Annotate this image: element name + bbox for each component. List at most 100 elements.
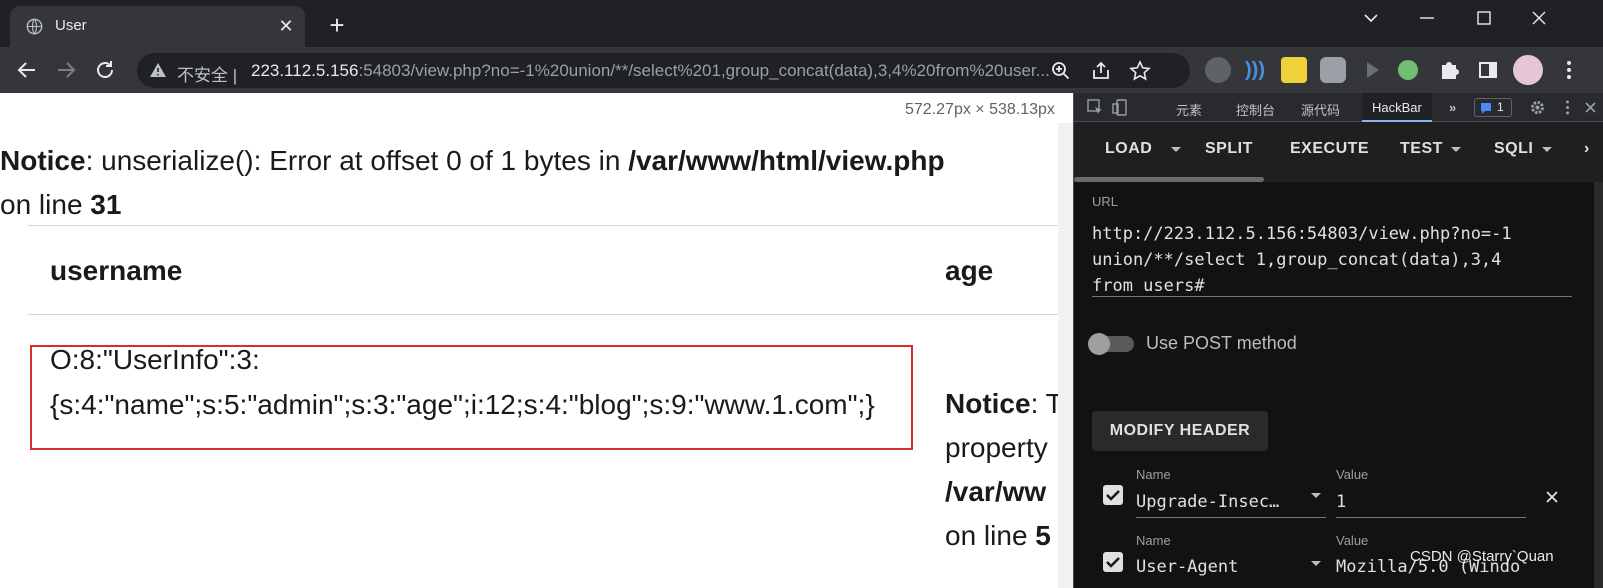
header-name-label: Name (1136, 467, 1171, 482)
extensions-puzzle-icon[interactable] (1436, 57, 1462, 83)
sqli-button[interactable]: SQLI (1494, 140, 1533, 158)
load-button[interactable]: LOAD (1105, 140, 1152, 158)
close-window-icon[interactable] (1521, 4, 1557, 32)
notice-path: /var/www/html/view.php (628, 145, 945, 176)
age-line-number: 5 (1035, 520, 1051, 551)
tab-title: User (55, 17, 87, 34)
age-notice-line4: on line 5 (945, 514, 1051, 558)
warning-icon (150, 63, 166, 77)
avatar[interactable] (1513, 55, 1543, 85)
split-button[interactable]: SPLIT (1205, 140, 1253, 158)
header-name-field[interactable]: Upgrade-Insec… (1136, 492, 1306, 512)
close-devtools-icon[interactable] (1582, 99, 1599, 116)
page-scrollbar[interactable] (1058, 123, 1073, 588)
menu-kebab-icon[interactable] (1556, 57, 1582, 83)
extension-mask-icon[interactable] (1320, 57, 1346, 83)
age-notice-line3: /var/ww (945, 476, 1047, 507)
settings-gear-icon[interactable] (1529, 99, 1546, 116)
username-cell-line1: O:8:"UserInfo":3: (50, 344, 260, 375)
more-tabs-icon[interactable]: » (1449, 100, 1456, 115)
remove-header-icon[interactable] (1544, 489, 1560, 505)
new-tab-button[interactable]: + (324, 12, 350, 38)
notice-line-number: on line 31 (0, 183, 121, 227)
issues-badge[interactable]: 1 (1474, 98, 1512, 117)
tab-search-icon[interactable] (1353, 4, 1389, 32)
devtools-tab-elements[interactable]: 元素 (1176, 100, 1202, 119)
extension-wave-icon[interactable]: ))) (1242, 57, 1268, 83)
message-icon (1481, 103, 1491, 114)
url-field-underline (1092, 296, 1572, 297)
side-panel-icon[interactable] (1475, 57, 1501, 83)
age-notice-label: Notice (945, 388, 1031, 419)
url-path: :54803/view.php?no=-1%20union/**/select%… (358, 61, 1050, 80)
sqli-dropdown-icon (1542, 147, 1552, 152)
post-method-toggle-knob[interactable] (1088, 333, 1110, 355)
url-textarea[interactable]: http://223.112.5.156:54803/view.php?no=-… (1092, 221, 1572, 299)
browser-toolbar: 不安全 | 223.112.5.156:54803/view.php?no=-1… (0, 47, 1603, 93)
header-enabled-checkbox[interactable] (1103, 552, 1123, 572)
execute-button[interactable]: EXECUTE (1290, 140, 1369, 158)
maximize-icon[interactable] (1466, 4, 1502, 32)
devtools-tab-sources[interactable]: 源代码 (1301, 100, 1340, 119)
globe-icon (26, 18, 43, 35)
line-prefix: on line (0, 189, 91, 220)
age-line-prefix: on line (945, 520, 1036, 551)
header-name-dropdown-icon[interactable] (1311, 561, 1321, 566)
url-host: 223.112.5.156 (251, 61, 359, 80)
reload-icon[interactable] (91, 56, 119, 84)
devtools-panel: 元素 控制台 源代码 HackBar » 1 LOAD SPLIT EXECUT… (1073, 93, 1603, 588)
age-notice-line2: property (945, 432, 1048, 463)
url-text[interactable]: 223.112.5.156:54803/view.php?no=-1%20uni… (251, 61, 1051, 81)
watermark: CSDN @Starry`Quan (1410, 548, 1554, 565)
url-line: http://223.112.5.156:54803/view.php?no=-… (1092, 224, 1512, 244)
notice-message: : unserialize(): Error at offset 0 of 1 … (85, 145, 629, 176)
table-header-border (28, 314, 1058, 315)
browser-tab[interactable]: User ✕ (10, 6, 305, 47)
share-icon[interactable] (1090, 60, 1112, 82)
page-viewport: 572.27px × 538.13px Notice: unserialize(… (0, 93, 1073, 588)
issues-count: 1 (1497, 100, 1504, 114)
age-notice-line1: Notice: T (945, 382, 1063, 426)
inspect-icon[interactable] (1087, 99, 1104, 116)
devtools-menu-icon[interactable] (1559, 99, 1576, 116)
url-field-label: URL (1092, 194, 1119, 209)
header-name-label: Name (1136, 533, 1171, 548)
devtools-tabbar: 元素 控制台 源代码 HackBar » 1 (1074, 93, 1603, 122)
close-tab-icon[interactable]: ✕ (276, 16, 296, 36)
tab-strip: User ✕ + (0, 0, 1603, 47)
load-dropdown-icon[interactable] (1171, 147, 1181, 152)
column-header-age: age (945, 255, 994, 286)
hackbar-menu: LOAD SPLIT EXECUTE TEST SQLI › (1074, 122, 1603, 182)
devtools-tab-hackbar[interactable]: HackBar (1362, 93, 1432, 122)
extension-green-dot-icon[interactable] (1398, 60, 1418, 80)
test-button[interactable]: TEST (1400, 140, 1443, 158)
header-enabled-checkbox[interactable] (1103, 485, 1123, 505)
header-name-dropdown-icon[interactable] (1311, 493, 1321, 498)
test-dropdown-icon (1451, 147, 1461, 152)
menu-overflow-icon[interactable]: › (1584, 140, 1590, 158)
not-secure-label: 不安全 | (177, 66, 238, 85)
header-value-underline (1336, 517, 1526, 518)
forward-icon[interactable] (52, 56, 80, 84)
header-value-field[interactable]: 1 (1336, 492, 1526, 512)
username-cell-line2: {s:4:"name";s:5:"admin";s:3:"age";i:12;s… (50, 389, 875, 420)
url-line: union/**/select 1,group_concat(data),3,4 (1092, 250, 1502, 270)
device-toolbar-icon[interactable] (1112, 99, 1129, 116)
header-value-label: Value (1336, 467, 1369, 482)
extension-dark-icon[interactable] (1205, 57, 1231, 83)
zoom-icon[interactable] (1050, 60, 1072, 82)
header-value-label: Value (1336, 533, 1369, 548)
extension-js-icon[interactable] (1281, 57, 1307, 83)
modify-header-button[interactable]: MODIFY HEADER (1092, 411, 1268, 451)
header-name-field[interactable]: User-Agent (1136, 557, 1306, 577)
hackbar-scrollbar[interactable] (1594, 182, 1603, 588)
line-number: 31 (90, 189, 122, 220)
table-top-border (28, 225, 1058, 226)
minimize-icon[interactable] (1409, 4, 1445, 32)
extension-play-icon[interactable] (1359, 57, 1385, 83)
address-bar[interactable]: 不安全 | 223.112.5.156:54803/view.php?no=-1… (137, 53, 1190, 88)
devtools-tab-console[interactable]: 控制台 (1236, 100, 1275, 119)
bookmark-star-icon[interactable] (1129, 60, 1151, 82)
notice-error-line: Notice: unserialize(): Error at offset 0… (0, 139, 945, 183)
back-icon[interactable] (13, 56, 41, 84)
